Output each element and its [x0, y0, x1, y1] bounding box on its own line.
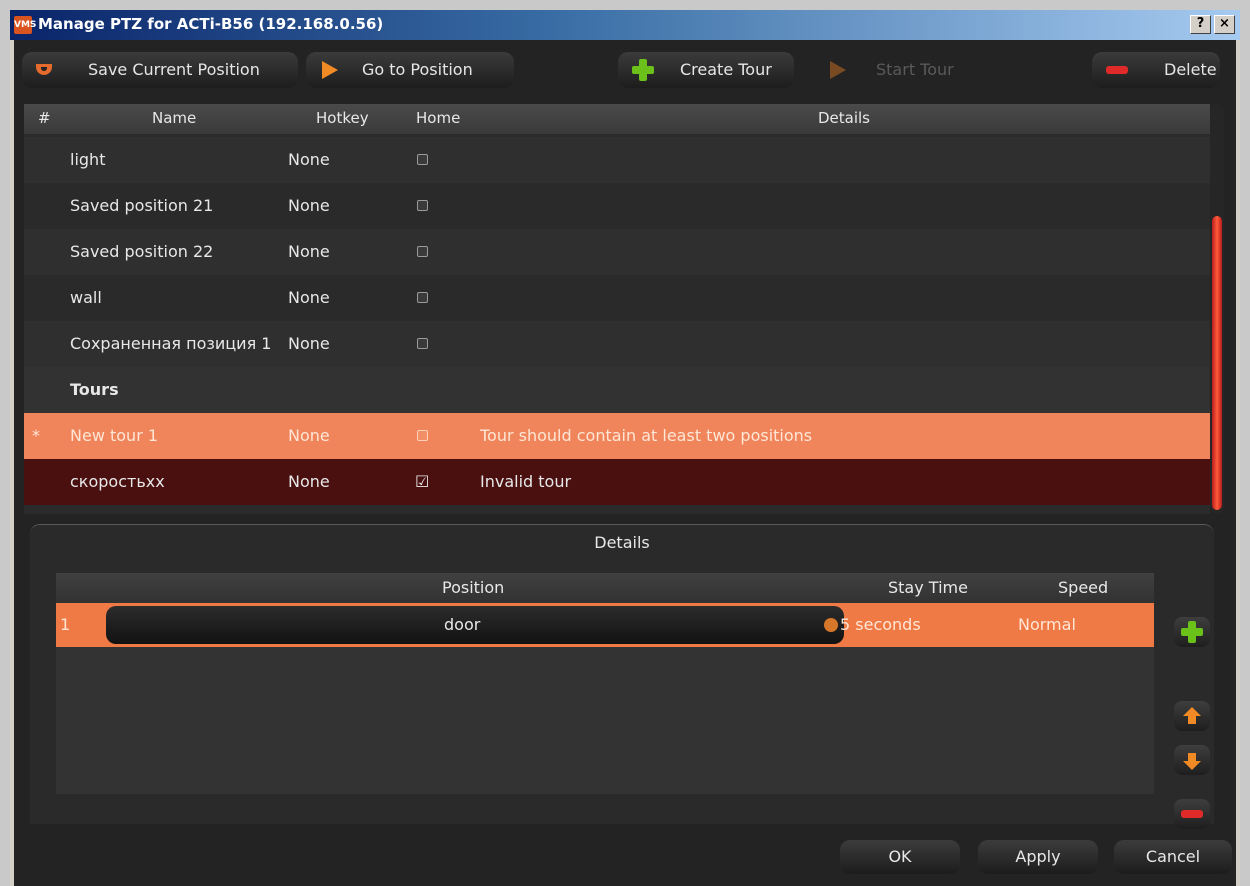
tour-hotkey[interactable]: None [288, 426, 330, 445]
cancel-button[interactable]: Cancel [1114, 840, 1232, 874]
add-icon [1181, 621, 1203, 643]
tour-hotkey[interactable]: None [288, 472, 330, 491]
details-header: Position Stay Time Speed [56, 573, 1154, 601]
go-to-position-button[interactable]: Go to Position [306, 52, 514, 88]
title-bar: VMS Manage PTZ for ACTi-B56 (192.168.0.5… [10, 10, 1240, 40]
col-details-header[interactable]: Details [818, 109, 870, 127]
app-icon: VMS [14, 16, 36, 34]
tour-details: Invalid tour [480, 472, 572, 491]
save-current-position-button[interactable]: Save Current Position [22, 52, 298, 88]
add-icon [632, 59, 654, 81]
positions-table: # Name Hotkey Home Details light None Sa… [24, 104, 1210, 514]
home-checkbox[interactable] [417, 338, 428, 349]
home-checkbox[interactable] [417, 154, 428, 165]
dropdown-arrow-icon[interactable] [824, 618, 838, 632]
minus-icon [1106, 66, 1128, 74]
table-scrollbar[interactable] [1210, 104, 1224, 514]
position-hotkey[interactable]: None [288, 288, 330, 307]
position-name: Сохраненная позиция 1 [70, 334, 272, 353]
col-name-header[interactable]: Name [152, 109, 196, 127]
col-num-header[interactable]: # [38, 109, 51, 127]
position-name: light [70, 150, 106, 169]
tour-name: New tour 1 [70, 426, 159, 445]
apply-button[interactable]: Apply [978, 840, 1098, 874]
tour-positions-grid: Position Stay Time Speed 1 door 5 second… [56, 573, 1154, 794]
modified-marker: * [32, 426, 40, 445]
position-hotkey[interactable]: None [288, 150, 330, 169]
home-checkbox-checked[interactable]: ☑ [415, 472, 429, 491]
table-row[interactable]: Saved position 22 None [24, 229, 1210, 275]
table-header: # Name Hotkey Home Details [24, 104, 1210, 134]
home-checkbox[interactable] [417, 246, 428, 257]
details-panel: Details Position Stay Time Speed 1 door … [30, 524, 1214, 829]
home-checkbox[interactable] [417, 200, 428, 211]
position-name: wall [70, 288, 102, 307]
table-row[interactable]: Saved position 21 None [24, 183, 1210, 229]
position-hotkey[interactable]: None [288, 196, 330, 215]
col-position-header[interactable]: Position [442, 578, 504, 597]
minus-icon [1181, 810, 1203, 818]
tour-row-invalid[interactable]: скоростьхх None ☑ Invalid tour [24, 459, 1210, 505]
go-to-position-label: Go to Position [362, 60, 473, 79]
tour-row-selected[interactable]: * New tour 1 None Tour should contain at… [24, 413, 1210, 459]
position-index: 1 [60, 615, 71, 634]
save-current-position-label: Save Current Position [88, 60, 260, 79]
close-button[interactable]: × [1214, 15, 1235, 34]
home-checkbox[interactable] [417, 430, 428, 441]
details-title: Details [594, 533, 650, 552]
tour-name: скоростьхх [70, 472, 165, 491]
tours-group-label: Tours [70, 380, 119, 399]
move-down-button[interactable] [1174, 745, 1210, 775]
play-icon [830, 61, 846, 79]
table-row[interactable]: wall None [24, 275, 1210, 321]
start-tour-button[interactable]: Start Tour [820, 52, 988, 88]
arrow-up-icon [1183, 707, 1201, 724]
help-button[interactable]: ? [1190, 15, 1211, 34]
tour-position-row[interactable]: 1 door 5 seconds Normal [56, 603, 1154, 647]
move-up-button[interactable] [1174, 701, 1210, 731]
col-stay-time-header[interactable]: Stay Time [888, 578, 968, 597]
table-row[interactable]: Сохраненная позиция 1 None [24, 321, 1210, 367]
remove-position-button[interactable] [1174, 799, 1210, 829]
add-position-button[interactable] [1174, 617, 1210, 647]
position-hotkey[interactable]: None [288, 242, 330, 261]
ok-button[interactable]: OK [840, 840, 960, 874]
ptz-dialog: Save Current Position Go to Position Cre… [10, 40, 1240, 886]
create-tour-button[interactable]: Create Tour [618, 52, 794, 88]
save-position-icon [36, 64, 52, 75]
delete-button[interactable]: Delete [1092, 52, 1220, 88]
position-select[interactable]: door [106, 606, 844, 644]
position-select-value: door [444, 615, 481, 634]
position-name: Saved position 22 [70, 242, 214, 261]
stay-time-value[interactable]: 5 seconds [840, 615, 921, 634]
position-hotkey[interactable]: None [288, 334, 330, 353]
create-tour-label: Create Tour [680, 60, 772, 79]
table-row[interactable]: light None [24, 137, 1210, 183]
col-home-header[interactable]: Home [416, 109, 460, 127]
start-tour-label: Start Tour [876, 60, 954, 79]
window-title: Manage PTZ for ACTi-B56 (192.168.0.56) [38, 15, 384, 33]
position-name: Saved position 21 [70, 196, 214, 215]
arrow-down-icon [1183, 753, 1201, 770]
col-speed-header[interactable]: Speed [1058, 578, 1108, 597]
home-checkbox[interactable] [417, 292, 428, 303]
tours-group-header: Tours [24, 367, 1210, 413]
col-hotkey-header[interactable]: Hotkey [316, 109, 369, 127]
play-icon [322, 61, 338, 79]
tour-details: Tour should contain at least two positio… [480, 426, 813, 445]
speed-value[interactable]: Normal [1018, 615, 1076, 634]
scrollbar-thumb[interactable] [1212, 216, 1222, 510]
delete-label: Delete [1164, 60, 1217, 79]
